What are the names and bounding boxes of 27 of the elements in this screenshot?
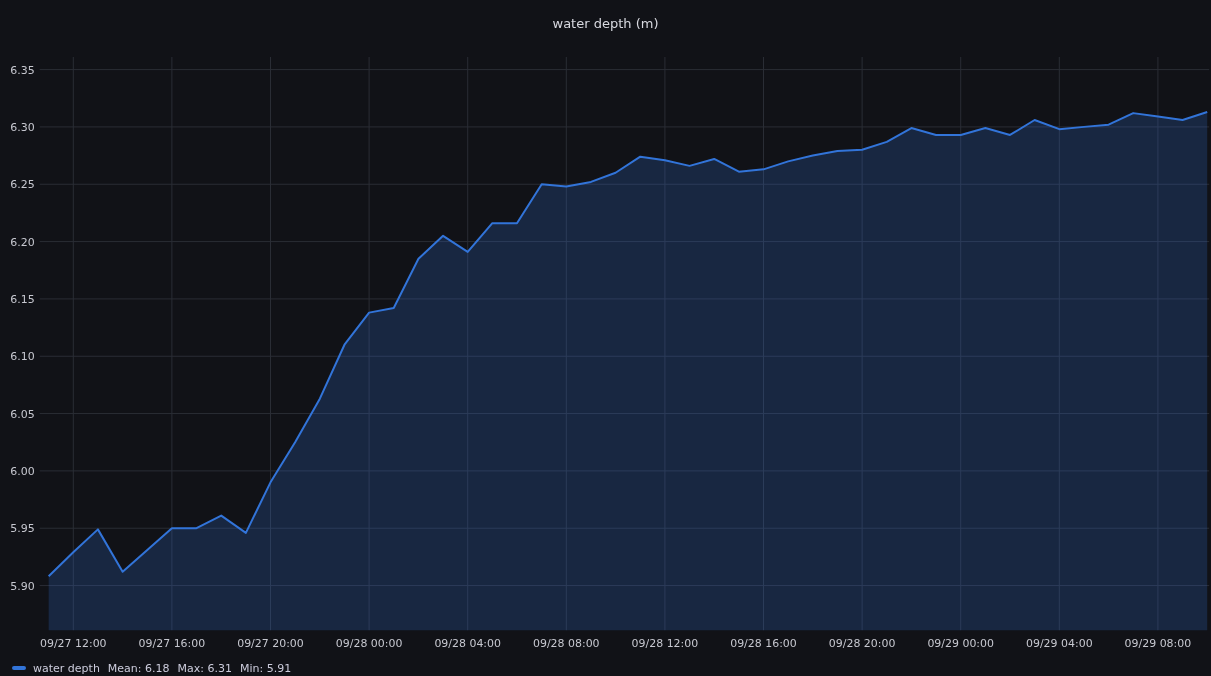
x-tick-label: 09/29 08:00 xyxy=(1124,637,1192,651)
x-tick-label: 09/28 16:00 xyxy=(730,637,797,651)
y-tick-label: 6.25 xyxy=(10,178,35,192)
y-tick-label: 6.10 xyxy=(10,350,35,364)
y-tick-label: 6.30 xyxy=(10,120,35,134)
x-tick-label: 09/27 20:00 xyxy=(237,637,304,651)
x-tick-label: 09/28 12:00 xyxy=(631,637,699,651)
y-tick-label: 6.00 xyxy=(10,464,35,478)
x-tick-label: 09/28 00:00 xyxy=(335,637,403,651)
x-tick-label: 09/28 08:00 xyxy=(533,637,600,651)
x-tick-label: 09/27 12:00 xyxy=(40,637,107,651)
x-tick-label: 09/28 20:00 xyxy=(828,637,896,651)
y-tick-label: 6.35 xyxy=(10,63,35,77)
y-tick-label: 6.15 xyxy=(10,292,35,306)
legend-label[interactable]: water depth xyxy=(33,661,100,675)
y-tick-label: 5.95 xyxy=(10,522,35,536)
legend-stat: Mean: 6.18 xyxy=(107,661,170,675)
legend-stat: Max: 6.31 xyxy=(177,661,232,675)
x-tick-label: 09/28 04:00 xyxy=(434,637,501,651)
panel-title: water depth (m) xyxy=(552,16,659,32)
x-tick-label: 09/29 00:00 xyxy=(927,637,994,651)
x-tick-label: 09/29 04:00 xyxy=(1026,637,1093,651)
y-tick-label: 5.90 xyxy=(10,579,35,593)
y-tick-label: 6.20 xyxy=(10,235,35,249)
legend-stat: Min: 5.91 xyxy=(239,661,292,675)
x-tick-label: 09/27 16:00 xyxy=(138,637,206,651)
y-tick-label: 6.05 xyxy=(10,407,35,421)
